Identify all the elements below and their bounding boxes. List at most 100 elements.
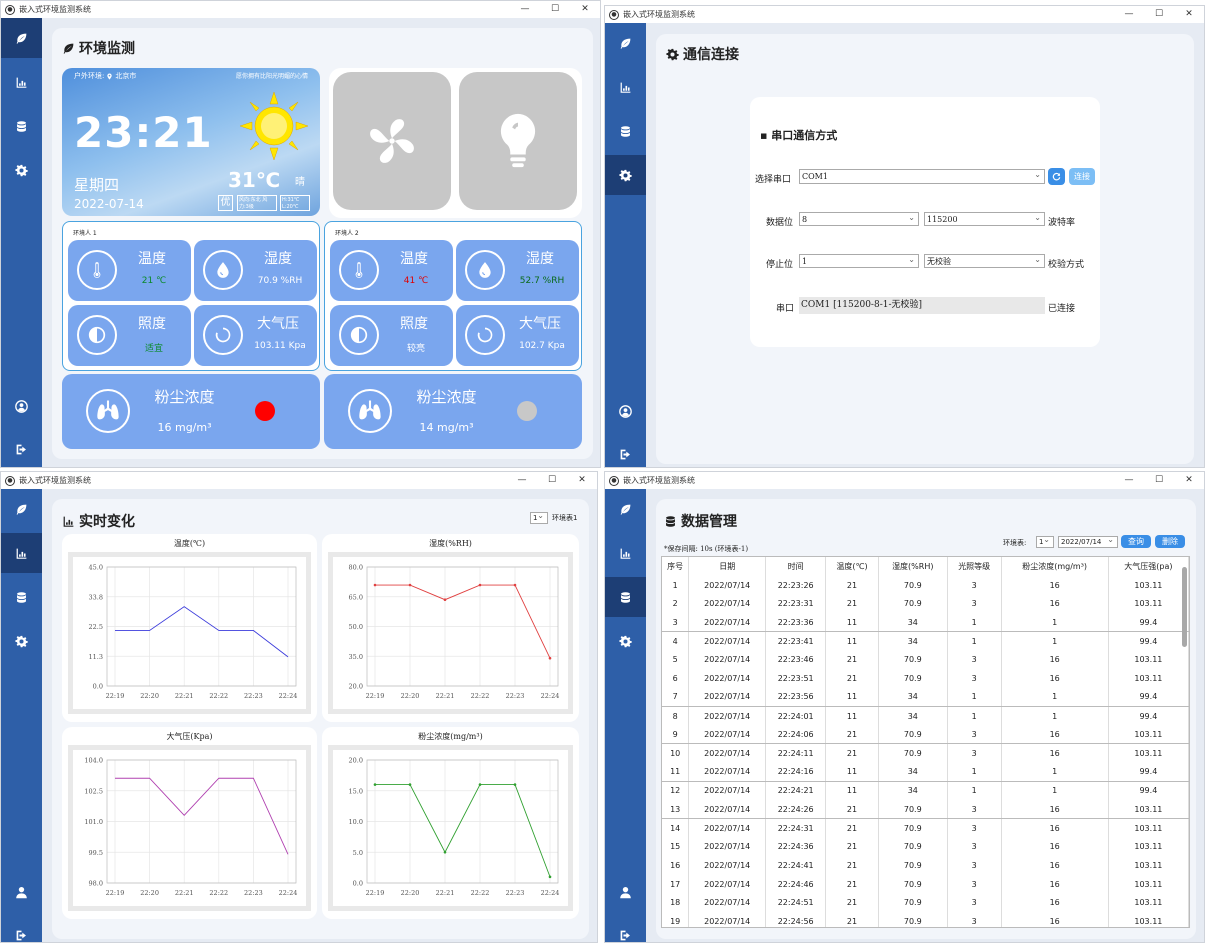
minimize-button[interactable]: —	[1114, 472, 1144, 489]
light-toggle[interactable]	[459, 72, 577, 210]
column-header[interactable]: 序号	[662, 557, 690, 576]
port-select[interactable]: COM1	[799, 168, 1045, 184]
nav-user[interactable]	[1, 386, 42, 426]
nav-logout[interactable]	[1, 429, 42, 468]
table-row[interactable]: 12 2022/07/14 22:24:21 11 34 1 1 99.4	[662, 781, 1189, 800]
table-cell: 13	[662, 799, 690, 820]
table-row[interactable]: 8 2022/07/14 22:24:01 11 34 1 1 99.4	[662, 706, 1189, 726]
baud-select[interactable]: 115200	[924, 211, 1045, 226]
nav-user[interactable]	[1, 872, 42, 912]
databits-select[interactable]: 8	[799, 211, 919, 226]
minimize-button[interactable]: —	[507, 472, 537, 489]
table-cell: 1	[662, 575, 690, 595]
lungs-icon	[96, 399, 120, 423]
column-header[interactable]: 日期	[688, 557, 767, 576]
minimize-button[interactable]: —	[510, 1, 540, 18]
column-header[interactable]: 温度(℃)	[825, 557, 879, 576]
table-row[interactable]: 10 2022/07/14 22:24:11 21 70.9 3 16 103.11	[662, 743, 1189, 763]
nav-monitor[interactable]	[1, 18, 42, 58]
query-button[interactable]: 查询	[1121, 535, 1151, 548]
table-cell: 2022/07/14	[688, 594, 767, 614]
minimize-button[interactable]: —	[1114, 6, 1144, 23]
table-row[interactable]: 13 2022/07/14 22:24:26 21 70.9 3 16 103.11	[662, 799, 1189, 820]
table-row[interactable]: 9 2022/07/14 22:24:06 21 70.9 3 16 103.11	[662, 725, 1189, 745]
close-button[interactable]: ✕	[1174, 6, 1204, 23]
nav-database[interactable]	[605, 577, 646, 617]
refresh-button[interactable]	[1048, 168, 1065, 185]
maximize-button[interactable]: ☐	[540, 1, 570, 18]
maximize-button[interactable]: ☐	[1144, 472, 1174, 489]
table-row[interactable]: 2 2022/07/14 22:23:31 21 70.9 3 16 103.11	[662, 594, 1189, 614]
monitor-content: 环境监测 户外环境: 北京市 愿你拥有比阳光明媚的心情 23:21 星期四 20…	[42, 18, 600, 467]
nav-monitor[interactable]	[605, 489, 646, 529]
column-header[interactable]: 光照等级	[947, 557, 1002, 576]
table-cell: 3	[947, 669, 1002, 688]
table-row[interactable]: 7 2022/07/14 22:23:56 11 34 1 1 99.4	[662, 687, 1189, 707]
table-row[interactable]: 3 2022/07/14 22:23:36 11 34 1 1 99.4	[662, 613, 1189, 633]
table-row[interactable]: 19 2022/07/14 22:24:56 21 70.9 3 16 103.11	[662, 912, 1189, 927]
close-button[interactable]: ✕	[567, 472, 597, 489]
sidebar	[605, 489, 646, 942]
humidity-value: 52.7 %RH	[519, 276, 565, 286]
table-row[interactable]: 14 2022/07/14 22:24:31 21 70.9 3 16 103.11	[662, 818, 1189, 838]
thermometer-icon	[350, 261, 368, 279]
nav-charts[interactable]	[1, 533, 42, 573]
nav-logout[interactable]	[1, 915, 42, 943]
page-title: 数据管理	[664, 511, 737, 531]
close-button[interactable]: ✕	[1174, 472, 1204, 489]
nav-logout[interactable]	[605, 434, 646, 468]
column-header[interactable]: 湿度(%RH)	[878, 557, 948, 576]
table-cell: 22:23:41	[765, 631, 827, 651]
nav-database[interactable]	[1, 106, 42, 146]
table-row[interactable]: 18 2022/07/14 22:24:51 21 70.9 3 16 103.11	[662, 893, 1189, 913]
env-select[interactable]: 1	[530, 511, 548, 524]
table-row[interactable]: 16 2022/07/14 22:24:41 21 70.9 3 16 103.11	[662, 856, 1189, 875]
nav-charts[interactable]	[605, 67, 646, 107]
stopbits-select[interactable]: 1	[799, 253, 919, 268]
env-filter-select[interactable]: 1	[1036, 535, 1054, 548]
close-button[interactable]: ✕	[570, 1, 600, 18]
maximize-button[interactable]: ☐	[537, 472, 567, 489]
column-header[interactable]: 粉尘浓度(mg/m³)	[1001, 557, 1109, 576]
nav-charts[interactable]	[605, 533, 646, 573]
database-icon	[619, 591, 632, 604]
fan-toggle[interactable]	[333, 72, 451, 210]
nav-logout[interactable]	[605, 915, 646, 943]
table-cell: 103.11	[1108, 669, 1189, 688]
connect-button[interactable]: 连接	[1069, 168, 1095, 185]
delete-button[interactable]: 删除	[1155, 535, 1185, 548]
table-row[interactable]: 11 2022/07/14 22:24:16 11 34 1 1 99.4	[662, 762, 1189, 782]
table-cell: 21	[825, 893, 879, 913]
nav-settings[interactable]	[605, 155, 646, 195]
table-scrollbar[interactable]	[1182, 567, 1187, 647]
column-header[interactable]: 大气压强(pa)	[1108, 557, 1189, 576]
table-cell: 17	[662, 874, 690, 894]
nav-monitor[interactable]	[1, 489, 42, 529]
nav-database[interactable]	[605, 111, 646, 151]
clock-time: 23:21	[74, 108, 213, 157]
table-row[interactable]: 15 2022/07/14 22:24:36 21 70.9 3 16 103.11	[662, 837, 1189, 856]
nav-charts[interactable]	[1, 62, 42, 102]
nav-database[interactable]	[1, 577, 42, 617]
window-title: 嵌入式环境监测系统	[623, 10, 695, 19]
dust-chart: 20.0 15.0 10.0 5.0 0.022:19 22:20 22:21 22:22 22…	[333, 750, 568, 906]
maximize-button[interactable]: ☐	[1144, 6, 1174, 23]
date-filter-select[interactable]: 2022/07/14	[1058, 535, 1118, 548]
card-title: 大气压	[257, 316, 299, 332]
table-row[interactable]: 1 2022/07/14 22:23:26 21 70.9 3 16 103.11	[662, 575, 1189, 595]
table-row[interactable]: 4 2022/07/14 22:23:41 11 34 1 1 99.4	[662, 631, 1189, 651]
table-cell: 22:24:16	[765, 762, 827, 782]
table-row[interactable]: 17 2022/07/14 22:24:46 21 70.9 3 16 103.11	[662, 874, 1189, 894]
nav-user[interactable]	[605, 391, 646, 431]
nav-settings[interactable]	[1, 150, 42, 190]
table-row[interactable]: 5 2022/07/14 22:23:46 21 70.9 3 16 103.11	[662, 650, 1189, 670]
parity-select[interactable]: 无校验	[924, 253, 1045, 268]
table-row[interactable]: 6 2022/07/14 22:23:51 21 70.9 3 16 103.11	[662, 669, 1189, 688]
nav-user[interactable]	[605, 872, 646, 912]
column-header[interactable]: 时间	[765, 557, 827, 576]
nav-settings[interactable]	[605, 621, 646, 661]
app-logo-icon: ●	[5, 4, 15, 15]
nav-monitor[interactable]	[605, 23, 646, 63]
temp-value: 41 ℃	[403, 276, 429, 286]
nav-settings[interactable]	[1, 621, 42, 661]
